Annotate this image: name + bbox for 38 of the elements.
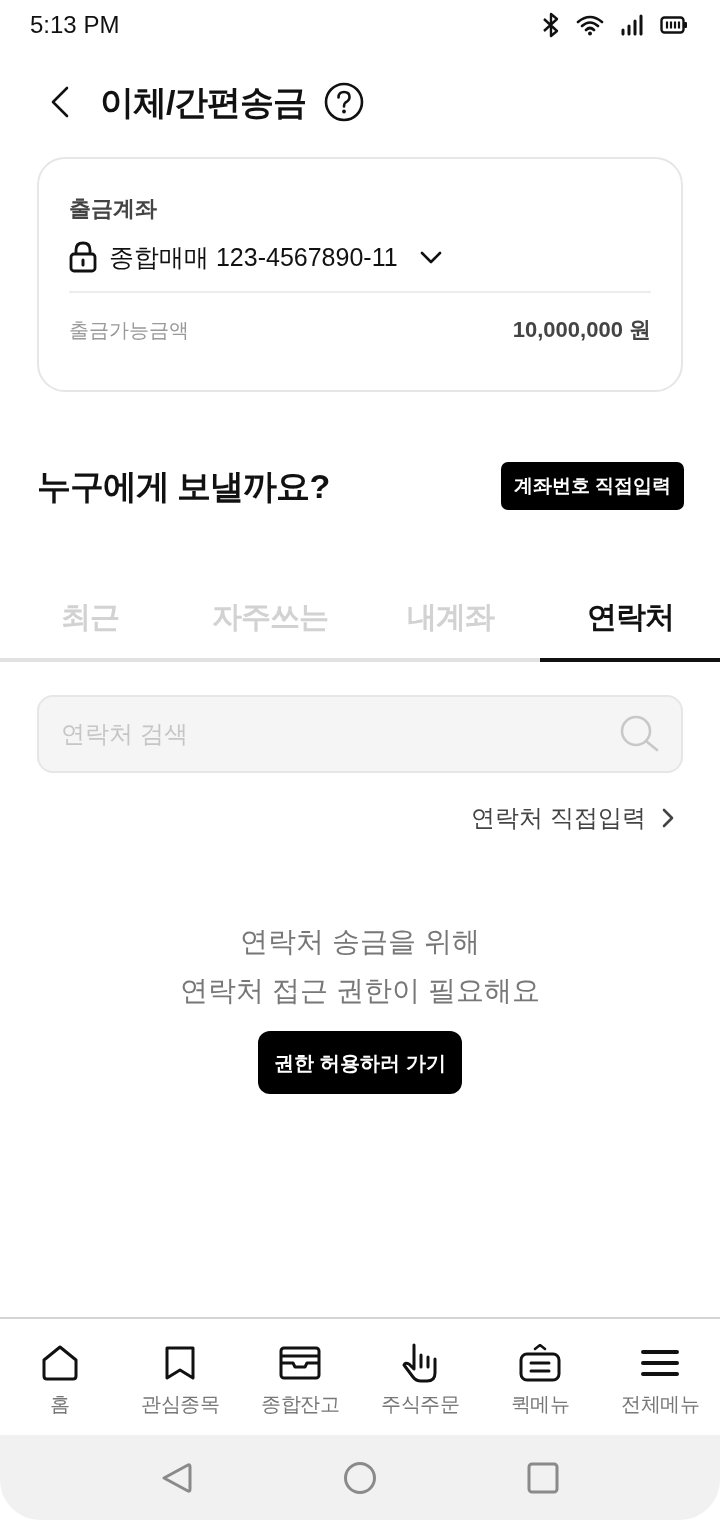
signal-icon — [620, 14, 644, 36]
search-icon[interactable] — [619, 714, 659, 754]
available-label: 출금가능금액 — [69, 318, 189, 343]
tab[interactable]: 연락처 — [540, 580, 720, 662]
account-direct-input-button[interactable]: 계좌번호 직접입력 — [500, 462, 684, 510]
recent-apps-icon[interactable] — [527, 1461, 559, 1494]
home-icon[interactable] — [343, 1460, 377, 1495]
nav-item[interactable]: 퀵메뉴 — [480, 1319, 600, 1435]
account-selector[interactable]: 종합매매 123-4567890-11 — [69, 237, 442, 277]
permission-message: 연락처 송금을 위해 연락처 접근 권한이 필요해요 — [180, 925, 540, 1008]
nav-item[interactable]: 종합잔고 — [240, 1319, 360, 1435]
card-label: 출금계좌 — [69, 195, 158, 223]
bookmark-icon — [165, 1346, 195, 1380]
battery-icon — [660, 15, 688, 35]
section-heading: 누구에게 보낼까요? — [37, 469, 330, 503]
chevron-right-icon — [662, 808, 674, 828]
tray-icon — [279, 1346, 321, 1380]
help-icon — [324, 82, 365, 122]
chevron-down-icon — [419, 250, 442, 264]
nav-item[interactable]: 관심종목 — [120, 1319, 240, 1435]
available-amount: 10,000,000 원 — [512, 316, 651, 344]
wifi-icon — [576, 14, 604, 36]
page-title: 이체/간편송금 — [100, 85, 307, 119]
quick-menu-icon — [519, 1344, 561, 1382]
allow-permission-button[interactable]: 권한 허용하러 가기 — [258, 1031, 462, 1094]
contact-direct-input-link[interactable]: 연락처 직접입력 — [471, 801, 674, 835]
nav-item[interactable]: 전체메뉴 — [600, 1319, 720, 1435]
home-icon — [41, 1345, 79, 1381]
nav-item[interactable]: 주식주문 — [360, 1319, 480, 1435]
pointing-hand-icon — [401, 1343, 439, 1383]
nav-item[interactable]: 홈 — [0, 1319, 120, 1435]
status-time: 5:13 PM — [30, 13, 120, 37]
bluetooth-icon — [542, 12, 560, 38]
back-icon[interactable] — [161, 1460, 193, 1495]
menu-icon — [641, 1349, 679, 1377]
help-button[interactable] — [324, 82, 365, 122]
back-icon — [51, 86, 69, 118]
lock-icon — [69, 241, 97, 273]
